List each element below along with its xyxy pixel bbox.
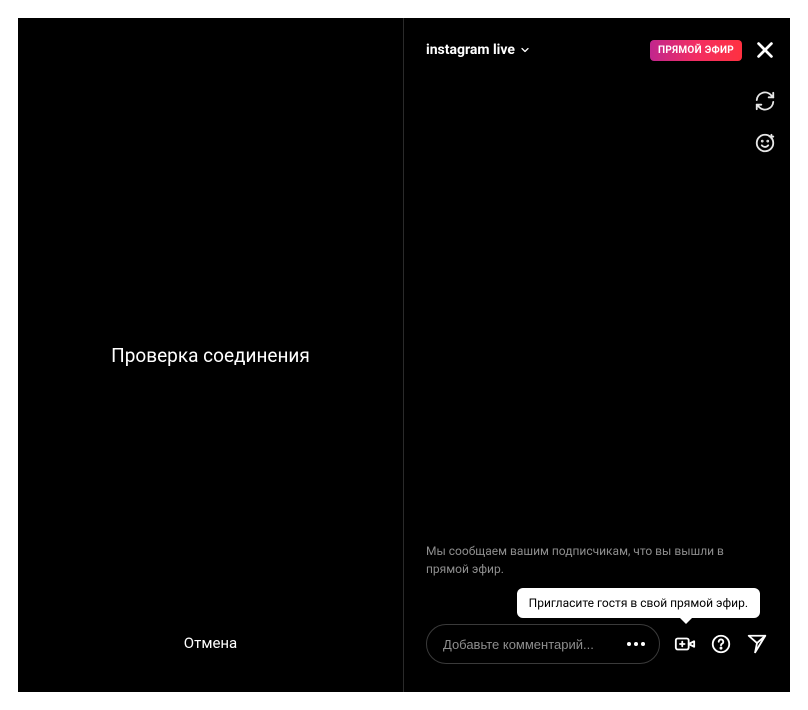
invite-guest-button[interactable] xyxy=(674,633,696,655)
bottom-area: Мы сообщаем вашим подписчикам, что вы вы… xyxy=(404,543,790,692)
add-camera-icon xyxy=(674,633,696,655)
close-icon xyxy=(754,39,776,61)
notice-text: Мы сообщаем вашим подписчикам, что вы вы… xyxy=(426,543,768,578)
left-pane: Проверка соединения Отмена xyxy=(18,18,404,692)
close-button[interactable] xyxy=(754,39,776,61)
comment-input[interactable] xyxy=(443,637,623,652)
comment-pill xyxy=(426,624,660,664)
stream-title: instagram live xyxy=(426,42,515,58)
connection-status: Проверка соединения xyxy=(111,344,310,367)
chevron-down-icon xyxy=(519,44,531,56)
send-button[interactable] xyxy=(746,633,768,655)
more-icon xyxy=(626,641,646,647)
camera-switch-button[interactable] xyxy=(754,90,776,112)
face-filter-icon xyxy=(754,132,776,154)
send-icon xyxy=(746,633,768,655)
camera-switch-icon xyxy=(754,90,776,112)
header: instagram live ПРЯМОЙ ЭФИР xyxy=(404,18,790,68)
side-controls xyxy=(754,90,776,154)
input-row xyxy=(426,624,768,664)
more-options-button[interactable] xyxy=(623,635,649,653)
face-filter-button[interactable] xyxy=(754,132,776,154)
invite-tooltip: Пригласите гостя в свой прямой эфир. xyxy=(517,588,760,618)
question-button[interactable] xyxy=(710,633,732,655)
cancel-button[interactable]: Отмена xyxy=(18,634,403,652)
right-pane: instagram live ПРЯМОЙ ЭФИР xyxy=(404,18,790,692)
app-root: Проверка соединения Отмена instagram liv… xyxy=(18,18,790,692)
live-badge: ПРЯМОЙ ЭФИР xyxy=(650,40,742,61)
question-icon xyxy=(710,633,732,655)
stream-title-dropdown[interactable]: instagram live xyxy=(426,42,531,58)
